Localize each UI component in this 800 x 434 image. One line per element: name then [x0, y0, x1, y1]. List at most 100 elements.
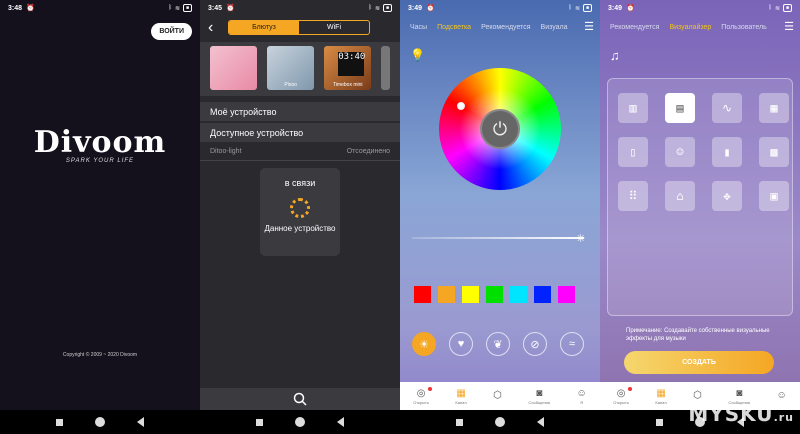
- visualizer-effect-face-icon[interactable]: ☺: [665, 137, 695, 167]
- recents-button[interactable]: [256, 418, 263, 426]
- device-thumb[interactable]: [210, 46, 258, 90]
- search-icon[interactable]: [293, 392, 307, 406]
- device-thumb[interactable]: Pixoo: [267, 46, 315, 90]
- cube-icon: ⬡: [493, 390, 502, 401]
- clock-display: 03:40: [338, 52, 365, 76]
- color-swatch-green[interactable]: [486, 286, 503, 303]
- wifi-icon: ≋: [374, 5, 380, 12]
- loading-spinner-icon: [290, 198, 310, 218]
- logo-text: Divoom: [33, 125, 167, 160]
- tab-clock[interactable]: Часы: [410, 24, 427, 31]
- tab-channel[interactable]: ▦ Канал: [655, 388, 666, 405]
- tab-wifi[interactable]: WiFi: [299, 21, 369, 34]
- android-navbar: [200, 410, 400, 434]
- color-selector-handle[interactable]: [457, 102, 465, 110]
- home-button[interactable]: [95, 417, 105, 427]
- dialog-text: Данное устройство: [264, 224, 336, 233]
- tab-me[interactable]: ☺: [777, 390, 787, 402]
- compass-icon: ◎: [416, 387, 426, 399]
- wifi-icon: ≋: [174, 5, 180, 12]
- device-carousel: Pixoo 03:40 Timebox mini: [200, 42, 400, 96]
- bulb-icon[interactable]: 💡: [410, 48, 425, 62]
- tab-bluetooth[interactable]: Блютуз: [229, 21, 299, 34]
- tab-recommended[interactable]: Рекомендуется: [481, 24, 530, 31]
- visualizer-effect-wave-icon[interactable]: ∿: [712, 93, 742, 123]
- plant-mode-icon[interactable]: ❦: [486, 332, 510, 356]
- home-button[interactable]: [295, 417, 305, 427]
- grid-icon: ▦: [656, 387, 666, 399]
- power-icon[interactable]: ⏻: [480, 109, 520, 149]
- visualizer-effect-cross-icon[interactable]: ✥: [712, 181, 742, 211]
- back-button[interactable]: [537, 417, 544, 427]
- back-button[interactable]: [337, 417, 344, 427]
- visualizer-effect-columns-icon[interactable]: ▯: [618, 137, 648, 167]
- tab-visualizer[interactable]: Визуала: [541, 24, 568, 31]
- back-button[interactable]: [137, 417, 144, 427]
- tab-device[interactable]: ⬡: [493, 390, 502, 402]
- tab-visualizer[interactable]: Визуалайзер: [669, 24, 711, 31]
- status-icons: ᛒ ≋ ■: [368, 4, 392, 12]
- color-wheel[interactable]: ⏻: [439, 68, 561, 190]
- visualizer-effect-peak-icon[interactable]: ⌂: [665, 181, 695, 211]
- color-swatch-blue[interactable]: [534, 286, 551, 303]
- tab-device[interactable]: ⬡: [693, 390, 702, 402]
- cube-icon: ⬡: [693, 390, 702, 401]
- recents-button[interactable]: [656, 418, 663, 426]
- music-note-icon[interactable]: ♫: [610, 48, 620, 63]
- bluetooth-icon: ᛒ: [368, 5, 372, 11]
- logo-tagline: SPARK YOUR LIFE: [65, 158, 135, 164]
- watermark: MYSKU.ru: [688, 402, 794, 426]
- visualizer-effect-blocks-icon[interactable]: ▩: [759, 137, 789, 167]
- my-device-header[interactable]: Моё устройство: [200, 101, 400, 121]
- tab-label: Канал: [655, 399, 667, 405]
- visualizer-effect-dots-icon[interactable]: ⠿: [618, 181, 648, 211]
- menu-icon[interactable]: ☰: [784, 20, 794, 33]
- tab-channel[interactable]: ▦ Канал: [455, 388, 466, 405]
- tab-lighting[interactable]: Подсветка: [437, 24, 471, 31]
- no-light-mode-icon[interactable]: ⊘: [523, 332, 547, 356]
- sun-mode-icon[interactable]: ☀: [412, 332, 436, 356]
- device-thumb[interactable]: 03:40 Timebox mini: [324, 46, 372, 90]
- notification-dot: [427, 386, 432, 391]
- recents-button[interactable]: [56, 418, 63, 426]
- color-swatch-red[interactable]: [414, 286, 431, 303]
- tab-recommended[interactable]: Рекомендуется: [610, 24, 659, 31]
- brightness-slider[interactable]: [412, 237, 584, 239]
- visualizer-effect-frame-icon[interactable]: ▣: [759, 181, 789, 211]
- create-button[interactable]: СОЗДАТЬ: [624, 351, 774, 374]
- tab-user[interactable]: Пользователь: [721, 24, 766, 31]
- status-icons: ᛒ ≋ ■: [568, 4, 592, 12]
- color-swatch-cyan[interactable]: [510, 286, 527, 303]
- bluetooth-icon: ᛒ: [568, 5, 572, 11]
- tab-messages[interactable]: ◙ Сообщения: [528, 388, 550, 405]
- alarm-icon: ⏰: [626, 5, 635, 12]
- home-button[interactable]: [495, 417, 505, 427]
- visualizer-effect-bars-icon[interactable]: ▥: [618, 93, 648, 123]
- visualizer-effect-pillars-icon[interactable]: ▮: [712, 137, 742, 167]
- wifi-icon: ≋: [774, 5, 780, 12]
- battery-icon: ■: [782, 4, 792, 12]
- wifi-icon: ≋: [574, 5, 580, 12]
- menu-icon[interactable]: ☰: [584, 20, 594, 33]
- back-arrow-icon[interactable]: ‹: [208, 19, 224, 37]
- sun-icon[interactable]: ✳: [576, 232, 585, 245]
- status-time: 3:49: [408, 4, 423, 12]
- device-row[interactable]: Ditoo-light Отсоединено: [200, 143, 400, 161]
- sleep-mode-icon[interactable]: ≈: [560, 332, 584, 356]
- color-swatch-orange[interactable]: [438, 286, 455, 303]
- tab-discover[interactable]: ◎ Открыть: [613, 386, 632, 405]
- color-swatch-magenta[interactable]: [558, 286, 575, 303]
- device-thumb[interactable]: [381, 46, 390, 90]
- available-device-header[interactable]: Доступное устройство: [200, 122, 400, 142]
- tab-me[interactable]: ☺ Я: [577, 388, 587, 405]
- heart-mode-icon[interactable]: ♥: [449, 332, 473, 356]
- visualizer-effect-grid-icon[interactable]: ▦: [759, 93, 789, 123]
- color-swatch-yellow[interactable]: [462, 286, 479, 303]
- top-bar: ‹ Блютуз WiFi: [200, 16, 400, 40]
- tab-discover[interactable]: ◎ Открыть: [413, 386, 432, 405]
- bottom-tab-bar: ◎ Открыть ▦ Канал ⬡ ◙ Сообщения ☺ Я: [400, 382, 600, 410]
- login-button[interactable]: ВОЙТИ: [151, 23, 192, 40]
- recents-button[interactable]: [456, 418, 463, 426]
- top-tabs: Рекомендуется Визуалайзер Пользователь ☰: [600, 16, 800, 38]
- visualizer-effect-spectrum-icon[interactable]: ▤: [665, 93, 695, 123]
